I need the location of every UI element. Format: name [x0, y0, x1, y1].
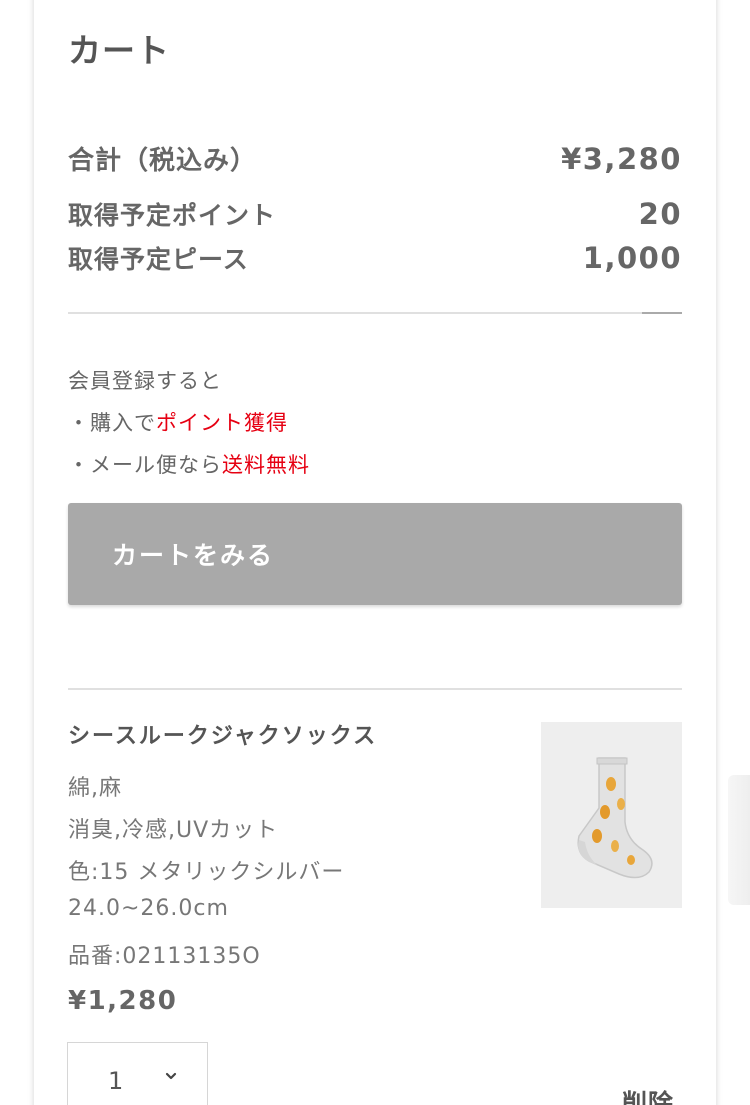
view-cart-button[interactable]: カートをみる	[68, 503, 682, 605]
chevron-down-icon	[165, 1072, 177, 1080]
total-row: 合計（税込み） ¥3,280	[68, 140, 682, 177]
item-divider	[68, 688, 682, 690]
product-features: 消臭,冷感,UVカット	[68, 818, 279, 843]
pieces-label: 取得予定ピース	[68, 245, 249, 274]
side-drawer-edge	[728, 775, 750, 905]
product-thumbnail[interactable]	[541, 722, 682, 908]
points-value: 20	[638, 197, 682, 231]
quantity-value: 1	[108, 1067, 124, 1095]
points-label: 取得予定ポイント	[68, 201, 277, 230]
summary-divider-accent	[642, 312, 682, 314]
member-note-points-highlight: ポイント獲得	[156, 411, 288, 435]
cart-title: カート	[68, 31, 170, 70]
member-note-shipping-highlight: 送料無料	[222, 453, 310, 477]
points-row: 取得予定ポイント 20	[68, 196, 682, 232]
pieces-value: 1,000	[582, 241, 682, 275]
product-size: 24.0~26.0cm	[68, 896, 229, 921]
delete-item-button[interactable]: 削除	[622, 1084, 674, 1105]
member-note-points-prefix: ・購入で	[68, 411, 156, 435]
summary-divider	[68, 312, 682, 314]
member-note-points: ・購入でポイント獲得	[68, 407, 288, 437]
socks-product-icon	[541, 722, 682, 908]
member-note-shipping: ・メール便なら送料無料	[68, 449, 310, 479]
cart-page: カート 合計（税込み） ¥3,280 取得予定ポイント 20 取得予定ピース 1…	[0, 0, 750, 1105]
total-value: ¥3,280	[561, 142, 682, 176]
product-color: 色:15 メタリックシルバー	[68, 860, 345, 885]
product-price: ¥1,280	[68, 986, 178, 1016]
member-note-heading: 会員登録すると	[68, 369, 222, 393]
product-material: 綿,麻	[68, 776, 122, 801]
product-name[interactable]: シースルークジャクソックス	[68, 718, 377, 750]
member-note-shipping-prefix: ・メール便なら	[68, 453, 222, 477]
total-label: 合計（税込み）	[68, 146, 258, 176]
product-code: 品番:02113135O	[68, 944, 261, 969]
quantity-select[interactable]: 1	[67, 1042, 208, 1105]
pieces-row: 取得予定ピース 1,000	[68, 240, 682, 276]
